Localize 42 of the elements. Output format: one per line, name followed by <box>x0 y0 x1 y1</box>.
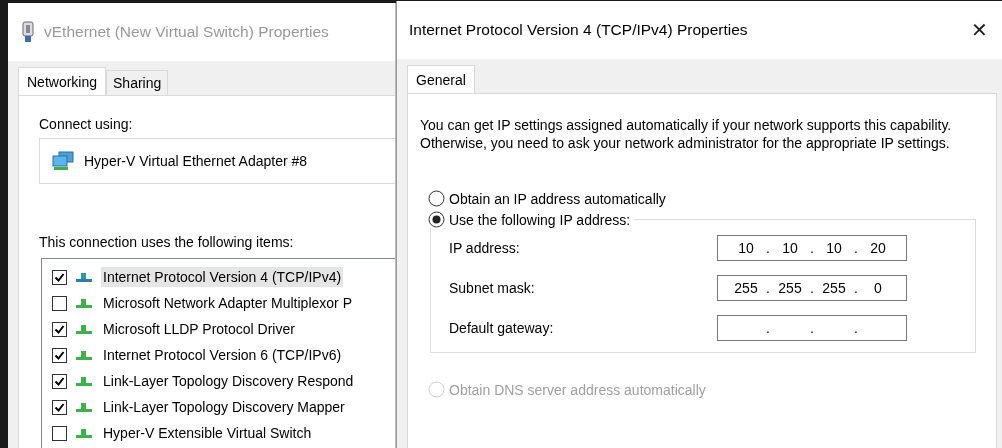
window-title: Internet Protocol Version 4 (TCP/IPv4) Properties <box>409 21 748 39</box>
protocol-icon <box>75 401 93 413</box>
checkbox[interactable] <box>52 347 67 363</box>
ip-address-field[interactable]: . . . <box>717 315 907 341</box>
list-item[interactable]: Link-Layer Topology Discovery Respond <box>101 371 356 391</box>
description-text: You can get IP settings assigned automatically if your network supports this capability. Otherwise, you need to ask your network administrator for the appropriate IP settings. <box>420 116 953 152</box>
list-item[interactable]: Internet Protocol Version 4 (TCP/IPv4) <box>101 267 344 287</box>
checkbox[interactable] <box>52 295 67 311</box>
protocol-icon <box>75 427 93 439</box>
field-label: IP address: <box>449 240 521 256</box>
checkbox[interactable] <box>52 269 67 285</box>
list-item[interactable]: Microsoft Network Adapter Multiplexor P <box>101 293 354 313</box>
checkbox[interactable] <box>52 399 67 415</box>
protocol-icon <box>75 297 93 309</box>
field-label: Default gateway: <box>449 320 555 336</box>
protocol-icon <box>75 349 93 361</box>
tab[interactable]: General <box>407 65 475 93</box>
tab[interactable]: Sharing <box>106 70 169 95</box>
list-item[interactable]: Link-Layer Topology Discovery Mapper <box>101 397 347 417</box>
radio-icon[interactable] <box>428 211 445 228</box>
window-title: vEthernet (New Virtual Switch) Properties <box>44 23 329 41</box>
protocol-icon <box>75 323 93 335</box>
items-label: This connection uses the following items: <box>39 234 294 250</box>
adapter-name: Hyper-V Virtual Ethernet Adapter #8 <box>84 153 308 169</box>
ip-address-field[interactable]: 10 . 10 . 10 . 20 <box>717 235 907 261</box>
tab[interactable]: Networking <box>18 67 107 95</box>
checkbox[interactable] <box>52 425 67 441</box>
field-label: Subnet mask: <box>449 280 536 296</box>
ip-address-field[interactable]: 255 . 255 . 255 . 0 <box>717 275 907 301</box>
monitors-icon <box>52 151 74 171</box>
connect-using-label: Connect using: <box>39 116 133 132</box>
list-item[interactable]: Internet Protocol Version 6 (TCP/IPv6) <box>101 345 344 365</box>
radio-icon[interactable] <box>428 190 445 207</box>
protocol-icon <box>75 271 93 283</box>
checkbox[interactable] <box>52 321 67 337</box>
radio-option[interactable]: Obtain an IP address automatically <box>428 190 666 207</box>
list-item[interactable]: Hyper-V Extensible Virtual Switch <box>101 423 314 443</box>
protocol-icon <box>75 375 93 387</box>
checkbox[interactable] <box>52 373 67 389</box>
list-item[interactable]: Microsoft LLDP Protocol Driver <box>101 319 297 339</box>
close-button[interactable]: ✕ <box>965 18 994 42</box>
network-adapter-icon <box>22 21 34 43</box>
